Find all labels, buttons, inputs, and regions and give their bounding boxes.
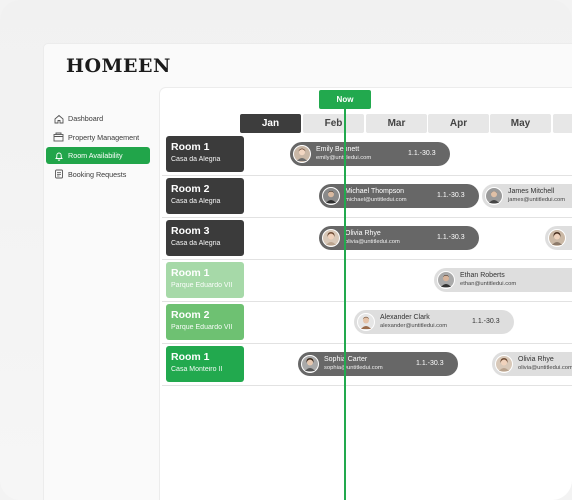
room-name: Room 1 (171, 141, 210, 153)
month-tab-may[interactable]: May (490, 114, 551, 133)
sidebar-item-label: Booking Requests (68, 169, 127, 179)
booking-range: 1.1.-30.3 (437, 192, 465, 199)
booking-pill[interactable]: Olivia Rhye olivia@untitledui.com 1.1.-3… (319, 226, 479, 250)
guest-email: sophia@untitledui.com (324, 365, 383, 371)
booking-pill[interactable]: Olivia Rhye olivia@untitledui.com (492, 352, 572, 376)
guest-name: Olivia Rhye (518, 356, 554, 363)
avatar (485, 187, 503, 205)
room-card[interactable]: Room 1 Casa Monteiro II (166, 346, 244, 382)
room-name: Room 1 (171, 267, 210, 279)
room-location: Parque Eduardo VII (171, 282, 233, 289)
sidebar-item-dashboard[interactable]: Dashboard (46, 110, 150, 127)
row-divider (162, 301, 572, 302)
avatar (301, 355, 319, 373)
now-indicator-line (344, 100, 346, 500)
room-card[interactable]: Room 2 Parque Eduardo VII (166, 304, 244, 340)
guest-email: james@untitledui.com (508, 197, 566, 203)
avatar (357, 313, 375, 331)
booking-pill[interactable]: Emily Bennett emily@untitledui.com 1.1.-… (290, 142, 450, 166)
booking-range: 1.1.-30.3 (416, 360, 444, 367)
room-name: Room 2 (171, 183, 210, 195)
sidebar-item-label: Property Management (68, 132, 140, 142)
guest-email: ethan@untitledui.com (460, 281, 517, 287)
room-location: Casa da Alegria (171, 156, 221, 163)
guest-name: Alexander Clark (380, 314, 430, 321)
guest-email: olivia@untitledui.com (518, 365, 572, 371)
booking-range: 1.1.-30.3 (437, 234, 465, 241)
guest-name: James Mitchell (508, 188, 555, 195)
booking-pill[interactable]: Ethan Roberts ethan@untitledui.com (434, 268, 572, 292)
building-icon (53, 132, 64, 143)
avatar (322, 187, 340, 205)
avatar (322, 229, 340, 247)
booking-pill[interactable] (545, 226, 572, 250)
room-name: Room 3 (171, 225, 210, 237)
avatar (437, 271, 455, 289)
room-card[interactable]: Room 1 Casa da Alegria (166, 136, 244, 172)
row-divider (162, 343, 572, 344)
sidebar-item-property-management[interactable]: Property Management (46, 129, 150, 146)
row-divider (162, 385, 572, 386)
app-logo: HOMEEN (66, 55, 171, 77)
row-divider (162, 217, 572, 218)
guest-name: Michael Thompson (345, 188, 405, 195)
guest-email: alexander@untitledui.com (380, 323, 448, 329)
sidebar: Dashboard Property Management Room Avail… (46, 110, 150, 184)
avatar (548, 229, 566, 247)
room-name: Room 2 (171, 309, 210, 321)
month-tab-apr[interactable]: Apr (428, 114, 489, 133)
avatar (293, 145, 311, 163)
booking-pill[interactable]: Alexander Clark alexander@untitledui.com… (354, 310, 514, 334)
guest-name: Sophia Carter (324, 356, 368, 363)
avatar (495, 355, 513, 373)
room-location: Casa da Alegria (171, 198, 221, 205)
row-divider (162, 175, 572, 176)
booking-range: 1.1.-30.3 (408, 150, 436, 157)
room-location: Parque Eduardo VII (171, 324, 233, 331)
home-icon (53, 113, 64, 124)
screenshot-canvas: HOMEEN Dashboard Property Management Roo… (0, 0, 572, 500)
booking-pill[interactable]: Sophia Carter sophia@untitledui.com 1.1.… (298, 352, 458, 376)
sidebar-item-label: Room Availability (68, 151, 123, 160)
room-location: Casa da Alegria (171, 240, 221, 247)
sidebar-item-label: Dashboard (68, 114, 104, 123)
guest-name: Olivia Rhye (345, 230, 381, 237)
room-card[interactable]: Room 1 Parque Eduardo VII (166, 262, 244, 298)
room-name: Room 1 (171, 351, 210, 363)
room-location: Casa Monteiro II (171, 366, 223, 373)
month-tab-feb[interactable]: Feb (303, 114, 364, 133)
month-tab-next[interactable] (553, 114, 572, 133)
guest-email: olivia@untitledui.com (345, 239, 400, 245)
booking-range: 1.1.-30.3 (472, 318, 500, 325)
month-tab-jan[interactable]: Jan (240, 114, 301, 133)
sidebar-item-room-availability[interactable]: Room Availability (46, 147, 150, 164)
room-card[interactable]: Room 3 Casa da Alegria (166, 220, 244, 256)
booking-pill[interactable]: Michael Thompson michael@untitledui.com … (319, 184, 479, 208)
list-icon (53, 169, 64, 180)
bell-icon (53, 150, 64, 161)
sidebar-item-booking-requests[interactable]: Booking Requests (46, 166, 150, 183)
row-divider (162, 259, 572, 260)
booking-pill[interactable]: James Mitchell james@untitledui.com (482, 184, 572, 208)
room-card[interactable]: Room 2 Casa da Alegria (166, 178, 244, 214)
month-tab-mar[interactable]: Mar (366, 114, 427, 133)
guest-name: Ethan Roberts (460, 272, 505, 279)
guest-email: michael@untitledui.com (345, 197, 407, 203)
now-badge[interactable]: Now (319, 90, 371, 109)
